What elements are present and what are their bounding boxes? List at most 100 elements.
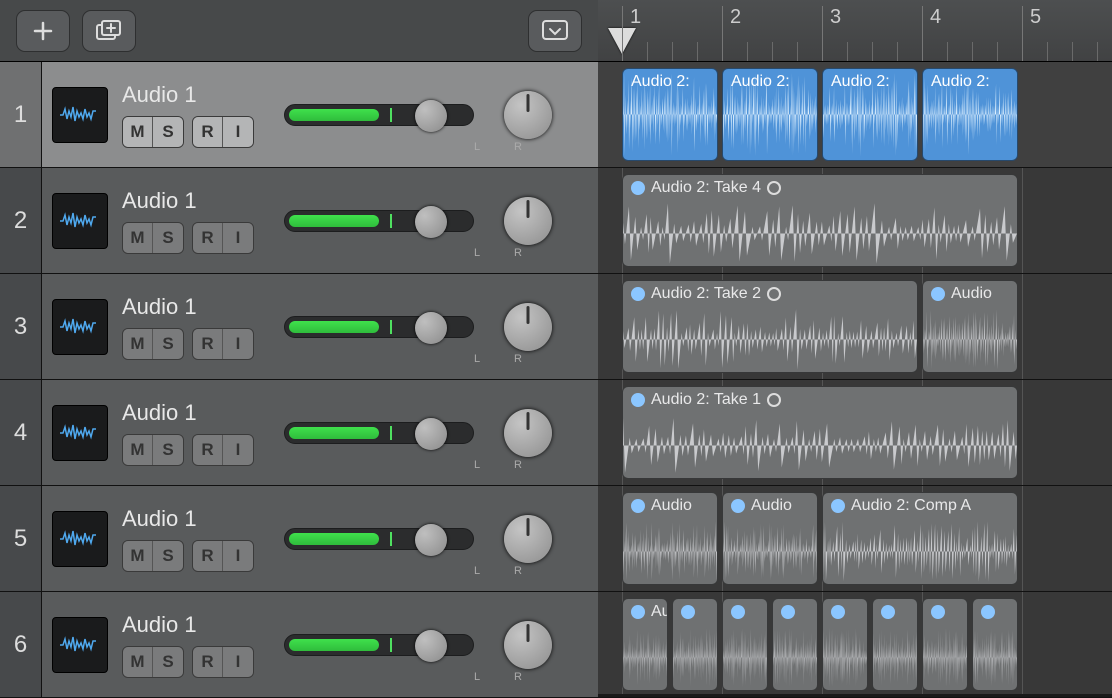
record-button[interactable]: R <box>193 647 223 677</box>
track-row[interactable]: 4Audio 1MSRILR <box>0 380 598 486</box>
track-name[interactable]: Audio 1 <box>122 612 254 638</box>
track-row[interactable]: 6Audio 1MSRILR <box>0 592 598 698</box>
audio-clip[interactable] <box>822 598 868 691</box>
pan-label-right: R <box>514 459 522 471</box>
arrange-row[interactable]: AudioAudio Audio 2: Comp A <box>598 486 1112 592</box>
dropdown-icon <box>542 20 568 42</box>
track-row[interactable]: 3Audio 1MSRILR <box>0 274 598 380</box>
record-button[interactable]: R <box>193 117 223 147</box>
solo-button[interactable]: S <box>153 329 183 359</box>
track-row[interactable]: 1Audio 1MSRILR <box>0 62 598 168</box>
track-name[interactable]: Audio 1 <box>122 188 254 214</box>
arrange-row[interactable]: Au <box>598 592 1112 698</box>
input-button[interactable]: I <box>223 329 253 359</box>
pan-knob[interactable] <box>504 91 552 139</box>
waveform <box>623 69 717 160</box>
volume-fader[interactable] <box>284 528 474 550</box>
arrange-area[interactable]: Audio 2:Audio 2:Audio 2:Audio 2:Audio 2:… <box>598 62 1112 694</box>
add-group-button[interactable] <box>82 10 136 52</box>
fader-knob[interactable] <box>415 524 447 556</box>
pan-knob[interactable] <box>504 621 552 669</box>
pan-knob[interactable] <box>504 409 552 457</box>
waveform <box>623 413 1017 478</box>
fader-knob[interactable] <box>415 630 447 662</box>
record-button[interactable]: R <box>193 541 223 571</box>
audio-clip[interactable] <box>872 598 918 691</box>
arrange-row[interactable]: Audio 2: Take 1 <box>598 380 1112 486</box>
take-dot-icon <box>931 287 945 301</box>
pan-label-left: L <box>474 565 480 577</box>
waveform <box>973 625 1017 690</box>
input-button[interactable]: I <box>223 223 253 253</box>
input-button[interactable]: I <box>223 541 253 571</box>
track-name[interactable]: Audio 1 <box>122 506 254 532</box>
volume-fader[interactable] <box>284 316 474 338</box>
solo-button[interactable]: S <box>153 647 183 677</box>
mute-button[interactable]: M <box>123 541 153 571</box>
arrange-row[interactable]: Audio 2: Take 4 <box>598 168 1112 274</box>
fader-knob[interactable] <box>415 312 447 344</box>
mute-button[interactable]: M <box>123 435 153 465</box>
waveform <box>773 625 817 690</box>
audio-clip[interactable]: Audio 2: Take 2 <box>622 280 918 373</box>
volume-fader[interactable] <box>284 210 474 232</box>
solo-button[interactable]: S <box>153 541 183 571</box>
mute-button[interactable]: M <box>123 647 153 677</box>
input-button[interactable]: I <box>223 117 253 147</box>
audio-clip[interactable] <box>772 598 818 691</box>
volume-fader[interactable] <box>284 634 474 656</box>
add-track-button[interactable] <box>16 10 70 52</box>
audio-clip[interactable] <box>672 598 718 691</box>
record-button[interactable]: R <box>193 435 223 465</box>
waveform-icon <box>52 405 108 461</box>
audio-clip[interactable]: Audio <box>922 280 1018 373</box>
solo-button[interactable]: S <box>153 435 183 465</box>
audio-clip[interactable] <box>972 598 1018 691</box>
audio-clip[interactable]: Au <box>622 598 668 691</box>
arrange-row[interactable]: Audio 2:Audio 2:Audio 2:Audio 2: <box>598 62 1112 168</box>
audio-clip[interactable]: Audio 2: <box>822 68 918 161</box>
audio-clip[interactable]: Audio 2: <box>622 68 718 161</box>
track-name[interactable]: Audio 1 <box>122 400 254 426</box>
track-name[interactable]: Audio 1 <box>122 294 254 320</box>
waveform <box>723 519 817 584</box>
input-button[interactable]: I <box>223 435 253 465</box>
record-button[interactable]: R <box>193 223 223 253</box>
pan-knob[interactable] <box>504 515 552 563</box>
take-ring-icon <box>767 393 781 407</box>
audio-clip[interactable]: Audio <box>622 492 718 585</box>
audio-clip[interactable] <box>922 598 968 691</box>
pan-label-right: R <box>514 565 522 577</box>
audio-clip[interactable] <box>722 598 768 691</box>
audio-clip[interactable]: Audio 2: <box>722 68 818 161</box>
audio-clip[interactable]: Audio 2: Take 1 <box>622 386 1018 479</box>
timeline-ruler[interactable]: 12345 <box>598 0 1112 62</box>
audio-clip[interactable]: Audio 2: <box>922 68 1018 161</box>
clip-label: Audio 2: Comp A <box>851 497 971 515</box>
pan-knob[interactable] <box>504 197 552 245</box>
audio-clip[interactable]: Audio 2: Take 4 <box>622 174 1018 267</box>
mute-button[interactable]: M <box>123 329 153 359</box>
solo-button[interactable]: S <box>153 223 183 253</box>
fader-knob[interactable] <box>415 418 447 450</box>
clip-label: Audio <box>951 285 992 303</box>
volume-fader[interactable] <box>284 104 474 126</box>
waveform-icon <box>52 617 108 673</box>
view-menu-button[interactable] <box>528 10 582 52</box>
track-row[interactable]: 5Audio 1MSRILR <box>0 486 598 592</box>
take-dot-icon <box>731 605 745 619</box>
audio-clip[interactable]: Audio <box>722 492 818 585</box>
input-button[interactable]: I <box>223 647 253 677</box>
mute-button[interactable]: M <box>123 117 153 147</box>
arrange-row[interactable]: Audio 2: Take 2 Audio <box>598 274 1112 380</box>
fader-knob[interactable] <box>415 206 447 238</box>
volume-fader[interactable] <box>284 422 474 444</box>
record-button[interactable]: R <box>193 329 223 359</box>
mute-button[interactable]: M <box>123 223 153 253</box>
track-name[interactable]: Audio 1 <box>122 82 254 108</box>
fader-knob[interactable] <box>415 100 447 132</box>
solo-button[interactable]: S <box>153 117 183 147</box>
audio-clip[interactable]: Audio 2: Comp A <box>822 492 1018 585</box>
pan-knob[interactable] <box>504 303 552 351</box>
track-row[interactable]: 2Audio 1MSRILR <box>0 168 598 274</box>
